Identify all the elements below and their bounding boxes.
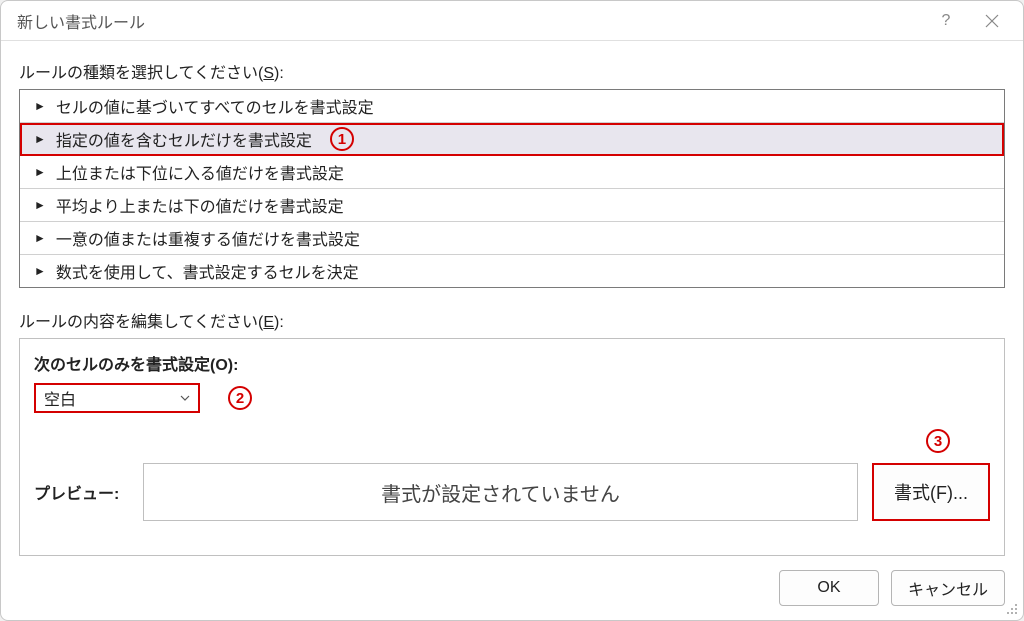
rule-type-text: 上位または下位に入る値だけを書式設定: [56, 160, 344, 184]
dialog-body: ルールの種類を選択してください(S): ► セルの値に基づいてすべてのセルを書式…: [1, 41, 1023, 556]
bullet-icon: ►: [34, 99, 46, 113]
close-button[interactable]: [969, 5, 1015, 37]
resize-grip-icon[interactable]: [1003, 600, 1019, 616]
dialog-title: 新しい書式ルール: [17, 9, 923, 33]
help-button[interactable]: ?: [923, 5, 969, 37]
rule-type-list: ► セルの値に基づいてすべてのセルを書式設定 ► 指定の値を含むセルだけを書式設…: [19, 89, 1005, 288]
rule-type-item[interactable]: ► 数式を使用して、書式設定するセルを決定: [20, 255, 1004, 287]
preview-text: 書式が設定されていません: [381, 478, 620, 507]
bullet-icon: ►: [34, 132, 46, 146]
bullet-icon: ►: [34, 264, 46, 278]
rule-type-label: ルールの種類を選択してください(S):: [19, 59, 1005, 83]
format-button[interactable]: 書式(F)...: [872, 463, 990, 521]
condition-dropdown[interactable]: 空白: [34, 383, 200, 413]
rule-type-text: セルの値に基づいてすべてのセルを書式設定: [56, 94, 374, 118]
titlebar: 新しい書式ルール ?: [1, 1, 1023, 41]
rule-type-text: 指定の値を含むセルだけを書式設定: [56, 127, 312, 151]
cancel-button[interactable]: キャンセル: [891, 570, 1005, 606]
rule-type-item[interactable]: ► 上位または下位に入る値だけを書式設定: [20, 156, 1004, 189]
bullet-icon: ►: [34, 231, 46, 245]
bullet-icon: ►: [34, 165, 46, 179]
ok-button[interactable]: OK: [779, 570, 879, 606]
annotation-2: 2: [228, 386, 252, 410]
condition-value: 空白: [44, 386, 76, 410]
rule-type-item[interactable]: ► 平均より上または下の値だけを書式設定: [20, 189, 1004, 222]
rule-type-item[interactable]: ► 一意の値または重複する値だけを書式設定: [20, 222, 1004, 255]
annotation-3: 3: [926, 429, 950, 453]
rule-type-item-selected[interactable]: ► 指定の値を含むセルだけを書式設定 1: [20, 123, 1004, 156]
annotation-1: 1: [330, 127, 354, 151]
rule-type-text: 平均より上または下の値だけを書式設定: [56, 193, 344, 217]
rule-edit-label: ルールの内容を編集してください(E):: [19, 308, 1005, 332]
format-only-label: 次のセルのみを書式設定(O):: [34, 351, 990, 375]
preview-label: プレビュー:: [34, 480, 129, 504]
bullet-icon: ►: [34, 198, 46, 212]
condition-row: 空白 2: [34, 383, 990, 413]
format-button-wrap: 3 書式(F)...: [872, 463, 990, 521]
chevron-down-icon: [180, 393, 190, 403]
preview-box: 書式が設定されていません: [143, 463, 858, 521]
dialog-footer: OK キャンセル: [1, 556, 1023, 620]
rule-type-item[interactable]: ► セルの値に基づいてすべてのセルを書式設定: [20, 90, 1004, 123]
new-formatting-rule-dialog: 新しい書式ルール ? ルールの種類を選択してください(S): ► セルの値に基づ…: [0, 0, 1024, 621]
rule-type-text: 一意の値または重複する値だけを書式設定: [56, 226, 360, 250]
rule-type-text: 数式を使用して、書式設定するセルを決定: [56, 259, 359, 283]
rule-edit-panel: 次のセルのみを書式設定(O): 空白 2 プレビュー: 書式が設定されていません…: [19, 338, 1005, 556]
preview-row: プレビュー: 書式が設定されていません 3 書式(F)...: [34, 463, 990, 521]
